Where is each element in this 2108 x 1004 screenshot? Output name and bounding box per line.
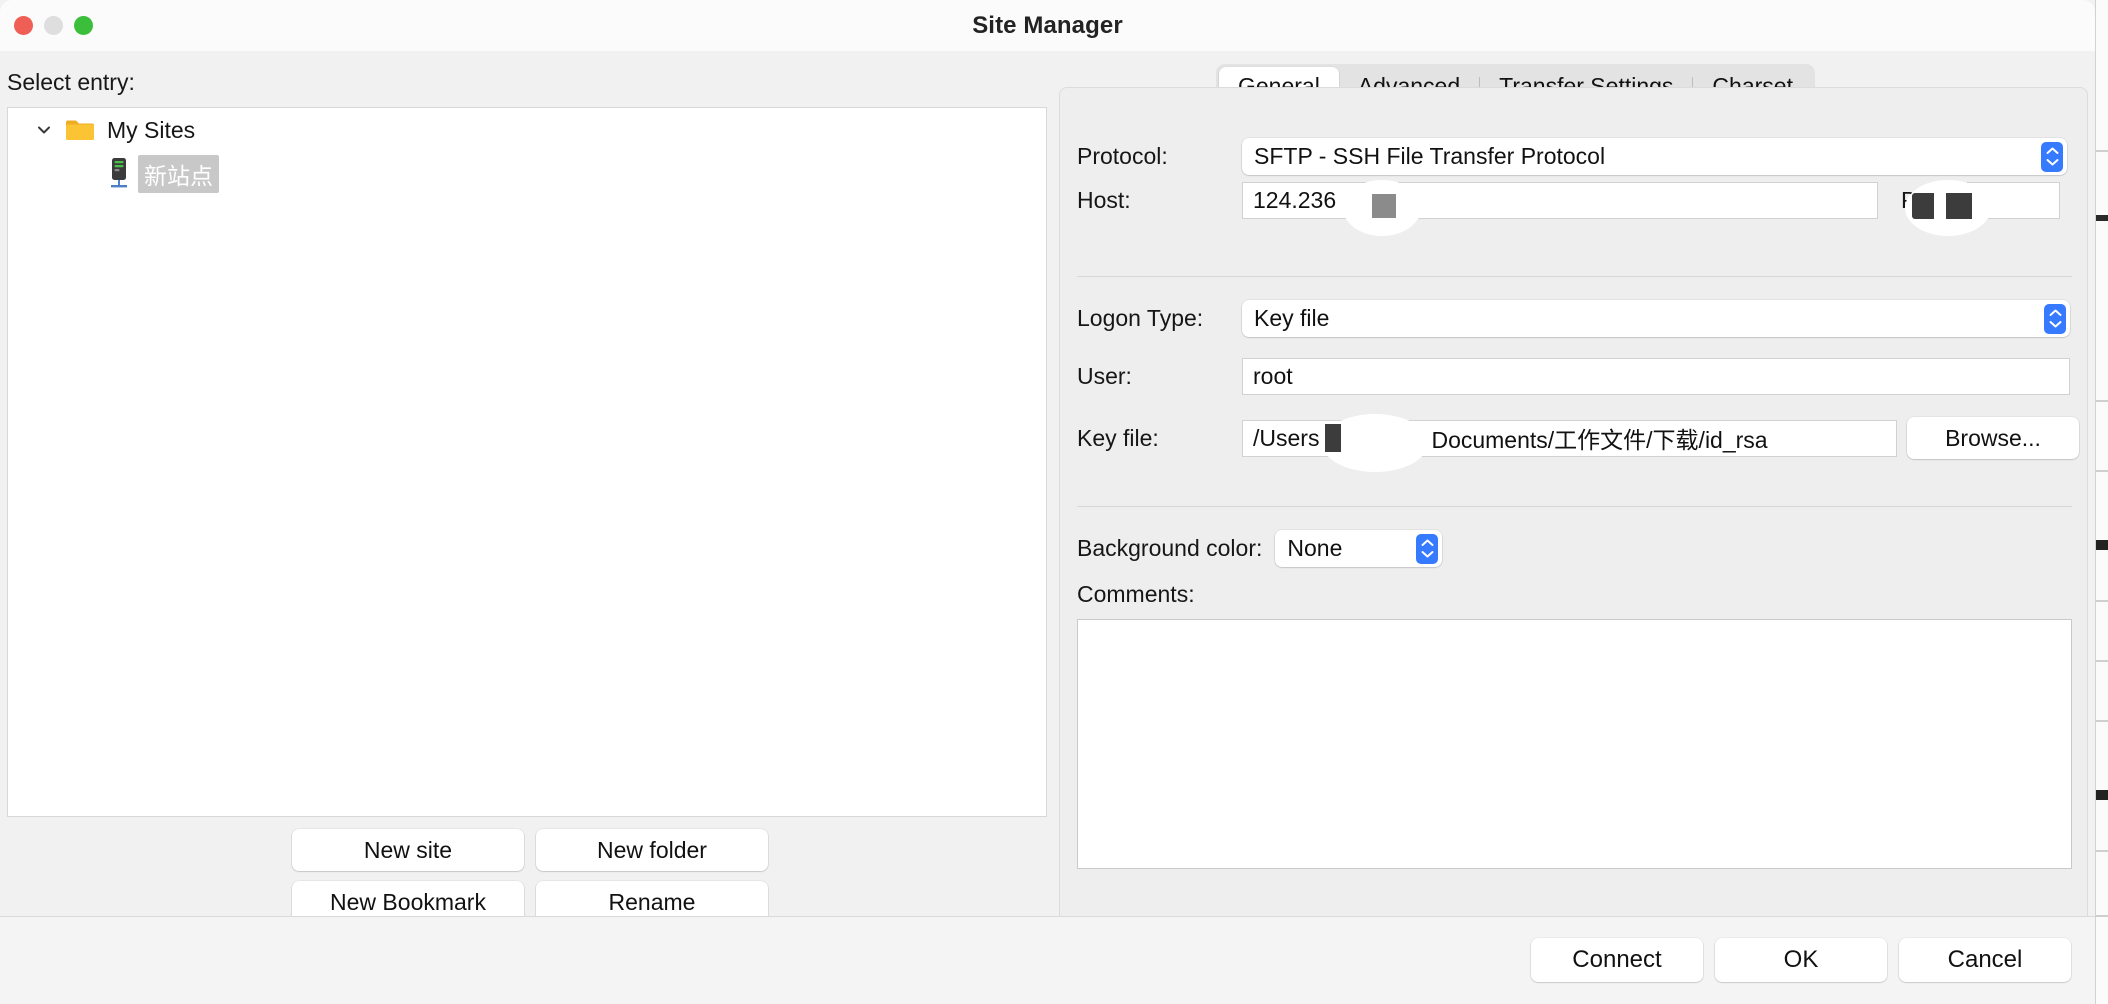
server-icon: [108, 158, 130, 190]
tree-item-new-site[interactable]: 新站点: [8, 152, 1046, 196]
background-window-edge: [2095, 0, 2108, 1004]
chevron-updown-icon[interactable]: [1416, 533, 1439, 564]
logon-type-select[interactable]: Key file: [1242, 300, 2070, 337]
select-entry-label: Select entry:: [7, 69, 135, 95]
section-divider: [1077, 276, 2072, 277]
key-file-label: Key file:: [1077, 424, 1159, 451]
tree-item-label: 新站点: [138, 155, 219, 193]
logon-type-field-row: Logon Type: Key file: [1077, 300, 2070, 337]
new-folder-button[interactable]: New folder: [536, 829, 768, 871]
tree-item-label: My Sites: [107, 116, 196, 143]
logon-type-label: Logon Type:: [1077, 305, 1204, 331]
connect-button[interactable]: Connect: [1531, 938, 1703, 982]
host-input[interactable]: 124.236: [1242, 182, 1878, 219]
background-color-label: Background color:: [1077, 535, 1263, 561]
host-field-row: Host: 124.236 Port:: [1077, 182, 2060, 219]
left-column: Select entry: My Sites 新站点 New site New …: [0, 51, 1052, 975]
footer-buttons: Connect OK Cancel: [1531, 938, 2071, 982]
tree-item-my-sites[interactable]: My Sites: [8, 108, 1046, 152]
folder-icon: [65, 118, 95, 142]
cancel-button[interactable]: Cancel: [1899, 938, 2071, 982]
user-input[interactable]: root: [1242, 358, 2070, 395]
comments-label-row: Comments:: [1077, 581, 1195, 608]
key-file-field-row: Key file: /Users Documents/工作文件/下载/id_rs…: [1077, 417, 2079, 459]
key-file-prefix: /Users: [1253, 424, 1320, 451]
user-field-row: User: root: [1077, 358, 2070, 395]
site-manager-dialog: Site Manager Select entry: My Sites 新站点 …: [0, 0, 2095, 1004]
key-file-suffix: Documents/工作文件/下载/id_rsa: [1431, 427, 1768, 453]
titlebar: Site Manager: [0, 0, 2095, 52]
section-divider: [1077, 506, 2072, 507]
new-site-button[interactable]: New site: [292, 829, 524, 871]
comments-textarea[interactable]: [1077, 619, 2072, 869]
port-label: Port:: [1901, 187, 1950, 213]
user-label: User:: [1077, 363, 1132, 389]
protocol-field-row: Protocol: SFTP - SSH File Transfer Proto…: [1077, 138, 2067, 175]
browse-button[interactable]: Browse...: [1907, 417, 2079, 459]
port-input[interactable]: [1967, 182, 2060, 219]
ok-button[interactable]: OK: [1715, 938, 1887, 982]
dialog-body: Select entry: My Sites 新站点 New site New …: [0, 51, 2095, 975]
background-color-value: None: [1287, 535, 1343, 561]
comments-label: Comments:: [1077, 581, 1195, 607]
background-color-select[interactable]: None: [1275, 530, 1443, 567]
protocol-value: SFTP - SSH File Transfer Protocol: [1254, 143, 1606, 169]
general-tab-panel: Protocol: SFTP - SSH File Transfer Proto…: [1059, 87, 2088, 942]
window-title: Site Manager: [972, 12, 1123, 39]
right-column: General Advanced Transfer Settings Chars…: [1052, 51, 2095, 942]
host-label: Host:: [1077, 187, 1131, 213]
chevron-updown-icon[interactable]: [2044, 303, 2066, 334]
background-color-field-row: Background color: None: [1077, 530, 1443, 567]
chevron-down-icon[interactable]: [31, 117, 57, 143]
key-file-input[interactable]: /Users Documents/工作文件/下载/id_rsa: [1242, 419, 1897, 457]
user-value: root: [1253, 363, 1293, 389]
protocol-label: Protocol:: [1077, 143, 1168, 169]
protocol-select[interactable]: SFTP - SSH File Transfer Protocol: [1242, 138, 2067, 175]
dialog-footer: Connect OK Cancel: [0, 916, 2095, 1004]
site-manager-window: Site Manager Select entry: My Sites 新站点 …: [0, 0, 2108, 1004]
host-value: 124.236: [1253, 187, 1337, 213]
site-tree[interactable]: My Sites 新站点: [7, 107, 1047, 817]
logon-type-value: Key file: [1254, 305, 1330, 331]
chevron-updown-icon[interactable]: [2041, 141, 2063, 172]
